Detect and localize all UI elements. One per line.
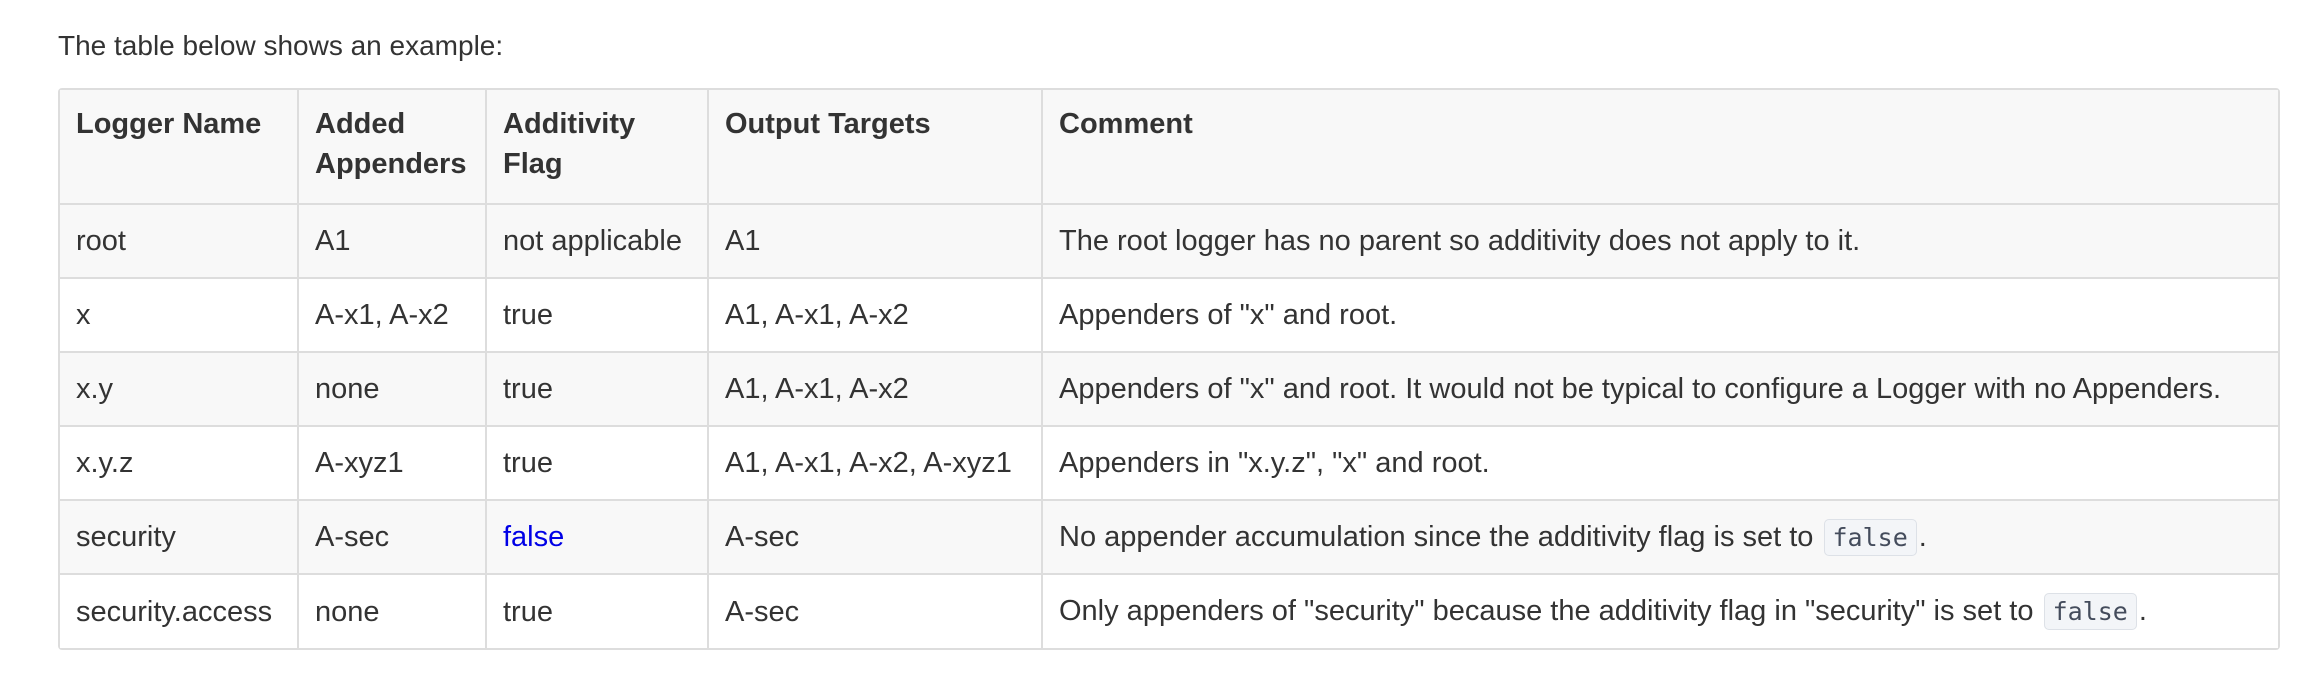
cell-output-targets: A1, A-x1, A-x2 — [708, 352, 1043, 427]
cell-logger-name: x.y — [60, 352, 299, 427]
cell-comment: Appenders in "x.y.z", "x" and root. — [1042, 426, 2278, 501]
cell-logger-name: root — [60, 204, 299, 279]
cell-added-appenders: A-sec — [298, 500, 487, 575]
inline-code: false — [2043, 593, 2137, 630]
table-row: security.access none true A-sec Only app… — [60, 574, 2278, 648]
header-output-targets: Output Targets — [708, 90, 1043, 205]
cell-comment: No appender accumulation since the addit… — [1042, 500, 2278, 575]
comment-text: Only appenders of "security" because the… — [1059, 595, 2034, 627]
table-row: x.y.z A-xyz1 true A1, A-x1, A-x2, A-xyz1… — [60, 426, 2278, 501]
table-header-row: Logger Name Added Appenders Additivity F… — [60, 90, 2278, 205]
cell-logger-name: security.access — [60, 574, 299, 648]
cell-added-appenders: none — [298, 574, 487, 648]
cell-comment: Only appenders of "security" because the… — [1042, 574, 2278, 648]
intro-text: The table below shows an example: — [58, 30, 504, 61]
cell-additivity-flag: true — [486, 574, 709, 648]
cell-comment: Appenders of "x" and root. It would not … — [1042, 352, 2278, 427]
cell-comment: The root logger has no parent so additiv… — [1042, 204, 2278, 279]
table-row: x A-x1, A-x2 true A1, A-x1, A-x2 Appende… — [60, 278, 2278, 353]
cell-output-targets: A1, A-x1, A-x2, A-xyz1 — [708, 426, 1043, 501]
cell-added-appenders: none — [298, 352, 487, 427]
cell-additivity-flag: not applicable — [486, 204, 709, 279]
comment-text: No appender accumulation since the addit… — [1059, 520, 1814, 553]
cell-added-appenders: A-x1, A-x2 — [298, 278, 487, 353]
cell-output-targets: A-sec — [708, 500, 1043, 575]
logger-table: Logger Name Added Appenders Additivity F… — [58, 88, 2280, 650]
header-logger-name: Logger Name — [60, 90, 299, 205]
cell-additivity-flag: true — [486, 426, 709, 501]
table-row: x.y none true A1, A-x1, A-x2 Appenders o… — [60, 352, 2278, 427]
cell-logger-name: x.y.z — [60, 426, 299, 501]
table-row: root A1 not applicable A1 The root logge… — [60, 204, 2278, 279]
header-added-appenders: Added Appenders — [298, 90, 487, 205]
header-additivity-flag: Additivity Flag — [486, 90, 709, 205]
cell-additivity-flag: false — [486, 500, 709, 575]
cell-output-targets: A1 — [708, 204, 1043, 279]
cell-added-appenders: A1 — [298, 204, 487, 279]
table-row: security A-sec false A-sec No appender a… — [60, 500, 2278, 575]
header-comment: Comment — [1042, 90, 2278, 205]
cell-logger-name: security — [60, 500, 299, 575]
cell-output-targets: A1, A-x1, A-x2 — [708, 278, 1043, 353]
cell-additivity-flag: true — [486, 352, 709, 427]
cell-comment: Appenders of "x" and root. — [1042, 278, 2278, 353]
comment-end: . — [2138, 595, 2147, 627]
cell-added-appenders: A-xyz1 — [298, 426, 487, 501]
comment-end: . — [1918, 520, 1927, 553]
cell-output-targets: A-sec — [708, 574, 1043, 648]
false-flag-value: false — [503, 521, 565, 553]
inline-code: false — [1823, 518, 1917, 556]
cell-additivity-flag: true — [486, 278, 709, 353]
cell-logger-name: x — [60, 278, 299, 353]
